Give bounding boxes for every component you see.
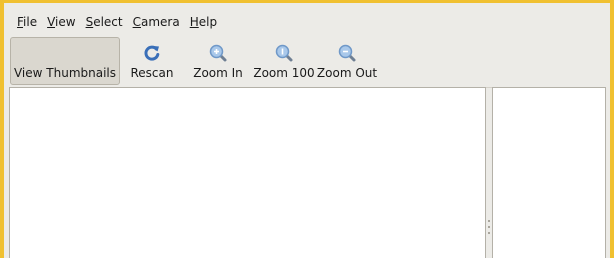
zoom-100-button[interactable]: Zoom 100	[250, 37, 318, 85]
menu-view-label: iew	[55, 15, 76, 29]
zoom-100-icon	[274, 43, 294, 63]
zoom-in-button[interactable]: Zoom In	[188, 37, 248, 85]
zoom-in-icon	[208, 43, 228, 63]
menubar: File View Select Camera Help	[12, 12, 222, 32]
menu-select[interactable]: Select	[81, 12, 128, 32]
handle-dot	[488, 220, 490, 222]
thumbnail-pane[interactable]	[9, 87, 486, 258]
handle-dot	[488, 226, 490, 228]
menu-camera-accel: C	[132, 15, 141, 29]
menu-select-label: elect	[93, 15, 123, 29]
view-thumbnails-button[interactable]: View Thumbnails	[10, 37, 120, 85]
rescan-label: Rescan	[130, 66, 174, 80]
menu-file[interactable]: File	[12, 12, 42, 32]
zoom-out-button[interactable]: Zoom Out	[316, 37, 378, 85]
menu-camera[interactable]: Camera	[128, 12, 185, 32]
zoom-out-icon	[337, 43, 357, 63]
handle-dot	[488, 232, 490, 234]
menu-help-label: elp	[198, 15, 218, 29]
rescan-button[interactable]: Rescan	[126, 37, 178, 85]
zoom-100-label: Zoom 100	[253, 66, 315, 80]
preview-pane[interactable]	[492, 87, 606, 258]
menu-help-accel: H	[189, 15, 199, 29]
view-thumbnails-label: View Thumbnails	[13, 66, 117, 80]
pane-resize-handle[interactable]	[487, 220, 491, 234]
zoom-in-label: Zoom In	[193, 66, 243, 80]
toolbar: View Thumbnails Rescan Zoom In Zoom 100 …	[10, 37, 378, 85]
menu-view-accel: V	[47, 15, 56, 29]
refresh-icon	[142, 43, 162, 63]
menu-view[interactable]: View	[42, 12, 80, 32]
menu-camera-label: amera	[141, 15, 180, 29]
zoom-out-label: Zoom Out	[316, 66, 378, 80]
menu-file-label: ile	[23, 15, 38, 29]
menu-help[interactable]: Help	[185, 12, 222, 32]
